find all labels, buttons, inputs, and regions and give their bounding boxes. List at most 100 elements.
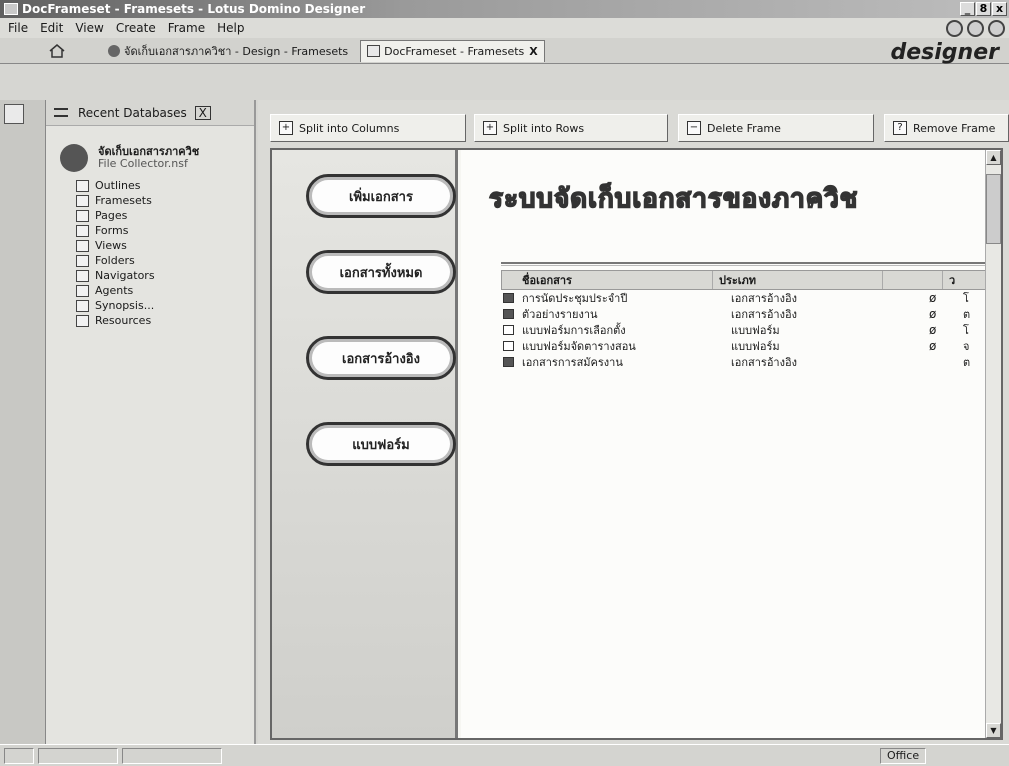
database-avatar-icon xyxy=(60,144,88,172)
nav-item-label: Resources xyxy=(95,314,152,327)
tab-docframeset-label: DocFrameset - Framesets xyxy=(384,44,525,58)
globe-icon[interactable] xyxy=(967,20,984,37)
left-navigation-frame[interactable]: เพิ่มเอกสาร เอกสารทั้งหมด เอกสารอ้างอิง … xyxy=(272,150,458,738)
attachment-icon: ø xyxy=(929,323,937,337)
scroll-thumb[interactable] xyxy=(986,174,1001,244)
form-document-icon xyxy=(503,341,514,351)
view-icon xyxy=(76,239,89,252)
nav-item-label: Pages xyxy=(95,209,128,222)
folder-icon xyxy=(76,254,89,267)
table-row[interactable]: ตัวอย่างรายงาน เอกสารอ้างอิง ø ต xyxy=(501,306,991,322)
view-rows: การนัดประชุมประจำปี เอกสารอ้างอิง ø โตัวอย่… xyxy=(501,290,991,370)
row-more: ต xyxy=(963,356,971,369)
tab-database-design[interactable]: จัดเก็บเอกสารภาควิชา - Design - Frameset… xyxy=(72,40,354,62)
status-cell xyxy=(122,747,222,764)
database-entry[interactable]: จัดเก็บเอกสารภาควิช File Collector.nsf xyxy=(60,140,254,180)
split-rows-label: Split into Rows xyxy=(503,121,585,135)
menu-frame[interactable]: Frame xyxy=(162,21,211,35)
delete-frame-button[interactable]: − Delete Frame xyxy=(678,114,874,142)
outline-icon xyxy=(76,179,89,192)
design-element-list: Outlines Framesets Pages Forms Views Fol… xyxy=(76,178,254,328)
frameset-icon xyxy=(367,45,381,57)
nav-item-label: Agents xyxy=(95,284,134,297)
nav-item-framesets[interactable]: Framesets xyxy=(76,193,254,208)
delete-frame-icon: − xyxy=(687,121,701,135)
designer-logo: designer xyxy=(890,40,1000,65)
menu-lines-icon[interactable] xyxy=(54,108,68,117)
nav-item-forms[interactable]: Forms xyxy=(76,223,254,238)
nav-item-resources[interactable]: Resources xyxy=(76,313,254,328)
menu-view[interactable]: View xyxy=(69,21,109,35)
column-header-type[interactable]: ประเภท xyxy=(712,271,882,289)
column-header-more[interactable]: ว xyxy=(942,271,982,289)
status-cell xyxy=(4,747,34,764)
menu-file[interactable]: File xyxy=(2,21,34,35)
resources-icon xyxy=(76,314,89,327)
document-icon xyxy=(503,357,514,367)
frameset-icon xyxy=(76,194,89,207)
minimize-button[interactable]: _ xyxy=(960,2,975,16)
nav-item-agents[interactable]: Agents xyxy=(76,283,254,298)
location-status[interactable]: Office xyxy=(880,748,927,764)
split-columns-button[interactable]: + Split into Columns xyxy=(270,114,466,142)
tab-bar: จัดเก็บเอกสารภาควิชา - Design - Frameset… xyxy=(0,38,1009,65)
split-columns-icon: + xyxy=(279,121,293,135)
table-row[interactable]: เอกสารการสมัครงาน เอกสารอ้างอิง ต xyxy=(501,354,991,370)
navigator-panel: Recent Databases X จัดเก็บเอกสารภาควิช F… xyxy=(46,100,256,744)
close-button[interactable]: x xyxy=(992,2,1007,16)
column-header-attachment[interactable] xyxy=(882,271,942,289)
synopsis-icon xyxy=(76,299,89,312)
reference-documents-button[interactable]: เอกสารอ้างอิง xyxy=(306,336,456,380)
nav-item-views[interactable]: Views xyxy=(76,238,254,253)
table-row[interactable]: การนัดประชุมประจำปี เอกสารอ้างอิง ø โ xyxy=(501,290,991,306)
navigator-close-icon[interactable]: X xyxy=(194,105,211,120)
scroll-down-icon[interactable]: ▼ xyxy=(986,723,1001,738)
title-bar: DocFrameset - Framesets - Lotus Domino D… xyxy=(0,0,1009,18)
remove-frame-button[interactable]: ? Remove Frame xyxy=(884,114,1009,142)
row-name-cell: เอกสารการสมัครงาน xyxy=(501,353,731,371)
row-type: เอกสารอ้างอิง xyxy=(731,356,797,369)
menu-bar: File Edit View Create Frame Help xyxy=(0,18,1009,38)
banner-title: ระบบจัดเก็บเอกสารของภาควิช xyxy=(488,183,859,215)
toolbar-icons xyxy=(946,20,1005,37)
menu-create[interactable]: Create xyxy=(110,21,162,35)
table-row[interactable]: แบบฟอร์มการเลือกตั้ง แบบฟอร์ม ø โ xyxy=(501,322,991,338)
nav-item-synopsis[interactable]: Synopsis... xyxy=(76,298,254,313)
add-document-button[interactable]: เพิ่มเอกสาร xyxy=(306,174,456,218)
document-icon xyxy=(503,309,514,319)
menu-edit[interactable]: Edit xyxy=(34,21,69,35)
view-header: ชื่อเอกสาร ประเภท ว xyxy=(501,270,991,290)
nav-item-label: Forms xyxy=(95,224,129,237)
delete-frame-label: Delete Frame xyxy=(707,121,781,135)
navigator-icon xyxy=(76,269,89,282)
database-icon xyxy=(108,44,120,57)
menu-help[interactable]: Help xyxy=(211,21,250,35)
content-frame[interactable]: ระบบจัดเก็บเอกสารของภาควิช ชื่อเอกสาร ปร… xyxy=(461,150,1001,738)
nav-item-folders[interactable]: Folders xyxy=(76,253,254,268)
home-icon[interactable] xyxy=(42,41,72,61)
split-rows-button[interactable]: + Split into Rows xyxy=(474,114,668,142)
nav-item-outlines[interactable]: Outlines xyxy=(76,178,254,193)
status-bar: Office xyxy=(0,744,1009,766)
row-name: เอกสารการสมัครงาน xyxy=(522,356,623,369)
restore-button[interactable]: 8 xyxy=(976,2,991,16)
tab-docframeset[interactable]: DocFrameset - Framesets X xyxy=(360,39,545,62)
document-view: ชื่อเอกสาร ประเภท ว การนัดประชุมประจำปีเ… xyxy=(501,262,991,370)
app-icon xyxy=(4,3,18,15)
column-header-name[interactable]: ชื่อเอกสาร xyxy=(502,271,712,289)
forms-button[interactable]: แบบฟอร์ม xyxy=(306,422,456,466)
bookmark-icon[interactable] xyxy=(4,104,24,124)
table-row[interactable]: แบบฟอร์มจัดตารางสอน แบบฟอร์ม ø จ xyxy=(501,338,991,354)
navigator-header: Recent Databases X xyxy=(46,100,254,126)
nav-item-navigators[interactable]: Navigators xyxy=(76,268,254,283)
window-controls: _ 8 x xyxy=(960,2,1007,16)
nav-item-label: Synopsis... xyxy=(95,299,155,312)
all-documents-button[interactable]: เอกสารทั้งหมด xyxy=(306,250,456,294)
scroll-up-icon[interactable]: ▲ xyxy=(986,150,1001,165)
browser-icon[interactable] xyxy=(988,20,1005,37)
domino-icon[interactable] xyxy=(946,20,963,37)
tab-database-design-label: จัดเก็บเอกสารภาควิชา - Design - Frameset… xyxy=(124,44,349,58)
vertical-scrollbar[interactable]: ▲ ▼ xyxy=(985,150,1001,738)
nav-item-pages[interactable]: Pages xyxy=(76,208,254,223)
tab-close-icon[interactable]: X xyxy=(529,45,537,58)
